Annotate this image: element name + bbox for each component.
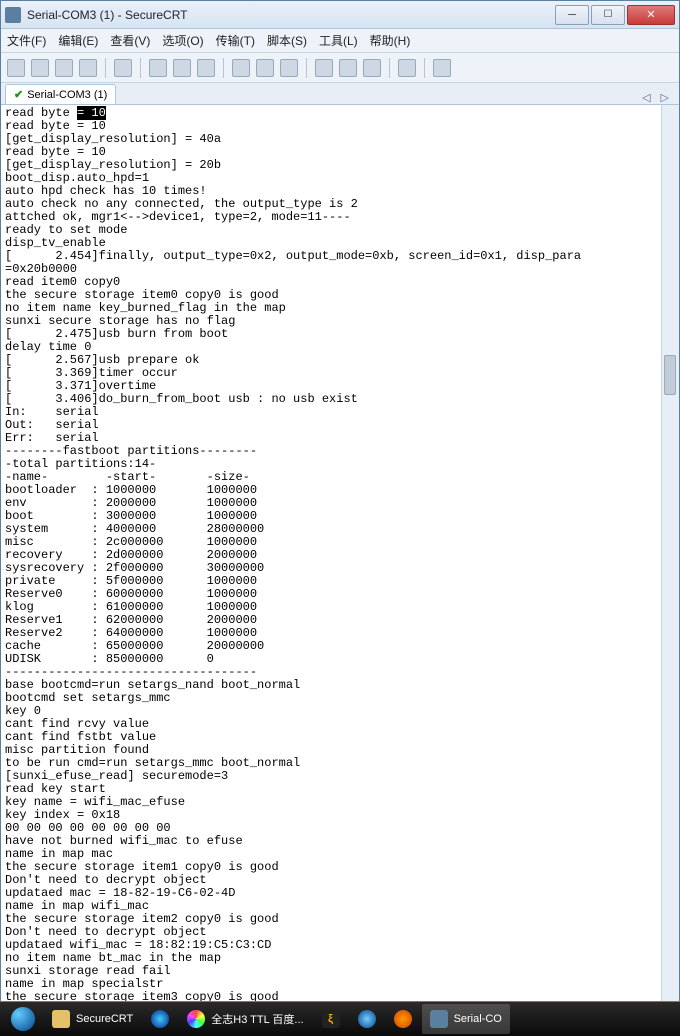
terminal-output[interactable]: read byte = 10read byte = 10[get_display… (1, 105, 661, 1001)
separator (140, 58, 141, 78)
tab-label: Serial-COM3 (1) (27, 89, 107, 101)
windows-orb-icon (11, 1007, 35, 1031)
app-window: Serial-COM3 (1) - SecureCRT ─ ☐ ✕ 文件(F) … (0, 0, 680, 1002)
check-icon: ✔ (14, 88, 23, 101)
menubar: 文件(F) 编辑(E) 查看(V) 选项(O) 传输(T) 脚本(S) 工具(L… (1, 29, 679, 53)
window-title: Serial-COM3 (1) - SecureCRT (27, 8, 555, 22)
task-serial[interactable]: Serial-CO (422, 1004, 510, 1034)
keymap-icon[interactable] (363, 59, 381, 77)
task-label: 全志H3 TTL 百度... (211, 1011, 303, 1027)
task-label: Serial-CO (454, 1013, 502, 1025)
tab-nav: ◁ ▷ (642, 91, 675, 104)
globe-icon (151, 1010, 169, 1028)
task-securecrt-folder[interactable]: SecureCRT (44, 1004, 141, 1034)
taskbar: SecureCRT 全志H3 TTL 百度... ξ Serial-CO (0, 1002, 680, 1036)
app-icon (5, 7, 21, 23)
titlebar[interactable]: Serial-COM3 (1) - SecureCRT ─ ☐ ✕ (1, 1, 679, 29)
menu-tools[interactable]: 工具(L) (319, 32, 358, 49)
quick-connect-icon[interactable] (7, 59, 25, 77)
scrollbar[interactable] (661, 105, 679, 1001)
terminal-wrap: read byte = 10read byte = 10[get_display… (1, 105, 679, 1001)
menu-transfer[interactable]: 传输(T) (216, 32, 255, 49)
menu-file[interactable]: 文件(F) (7, 32, 46, 49)
copy-icon[interactable] (149, 59, 167, 77)
ie-icon (358, 1010, 376, 1028)
print-setup-icon[interactable] (256, 59, 274, 77)
task-label: SecureCRT (76, 1013, 133, 1025)
reconnect-icon[interactable] (55, 59, 73, 77)
menu-options[interactable]: 选项(O) (162, 32, 203, 49)
sigma-icon: ξ (322, 1010, 340, 1028)
task-firefox[interactable] (386, 1004, 420, 1034)
folder-icon (52, 1010, 70, 1028)
scroll-thumb[interactable] (664, 355, 676, 395)
connect-icon[interactable] (31, 59, 49, 77)
firefox-icon (394, 1010, 412, 1028)
start-button[interactable] (4, 1004, 42, 1034)
separator (424, 58, 425, 78)
close-button[interactable]: ✕ (627, 5, 675, 25)
print-icon[interactable] (232, 59, 250, 77)
tab-prev-icon[interactable]: ◁ (642, 91, 650, 104)
menu-view[interactable]: 查看(V) (110, 32, 150, 49)
new-session-icon[interactable] (114, 59, 132, 77)
toggle-icon[interactable] (433, 59, 451, 77)
maximize-button[interactable]: ☐ (591, 5, 625, 25)
task-sigma[interactable]: ξ (314, 1004, 348, 1034)
terminal-icon (430, 1010, 448, 1028)
tabbar: ✔ Serial-COM3 (1) ◁ ▷ (1, 83, 679, 105)
task-browser1[interactable] (143, 1004, 177, 1034)
help-icon[interactable] (398, 59, 416, 77)
minimize-button[interactable]: ─ (555, 5, 589, 25)
tab-next-icon[interactable]: ▷ (661, 91, 669, 104)
find-icon[interactable] (197, 59, 215, 77)
menu-script[interactable]: 脚本(S) (267, 32, 307, 49)
separator (389, 58, 390, 78)
separator (306, 58, 307, 78)
global-options-icon[interactable] (339, 59, 357, 77)
paste-icon[interactable] (173, 59, 191, 77)
window-controls: ─ ☐ ✕ (555, 5, 675, 25)
menu-help[interactable]: 帮助(H) (370, 32, 411, 49)
session-tab[interactable]: ✔ Serial-COM3 (1) (5, 84, 116, 104)
disconnect-icon[interactable] (79, 59, 97, 77)
log-icon[interactable] (280, 59, 298, 77)
separator (105, 58, 106, 78)
swirl-icon (187, 1010, 205, 1028)
task-ie[interactable] (350, 1004, 384, 1034)
task-browser2[interactable]: 全志H3 TTL 百度... (179, 1004, 311, 1034)
toolbar (1, 53, 679, 83)
separator (223, 58, 224, 78)
menu-edit[interactable]: 编辑(E) (58, 32, 98, 49)
session-options-icon[interactable] (315, 59, 333, 77)
